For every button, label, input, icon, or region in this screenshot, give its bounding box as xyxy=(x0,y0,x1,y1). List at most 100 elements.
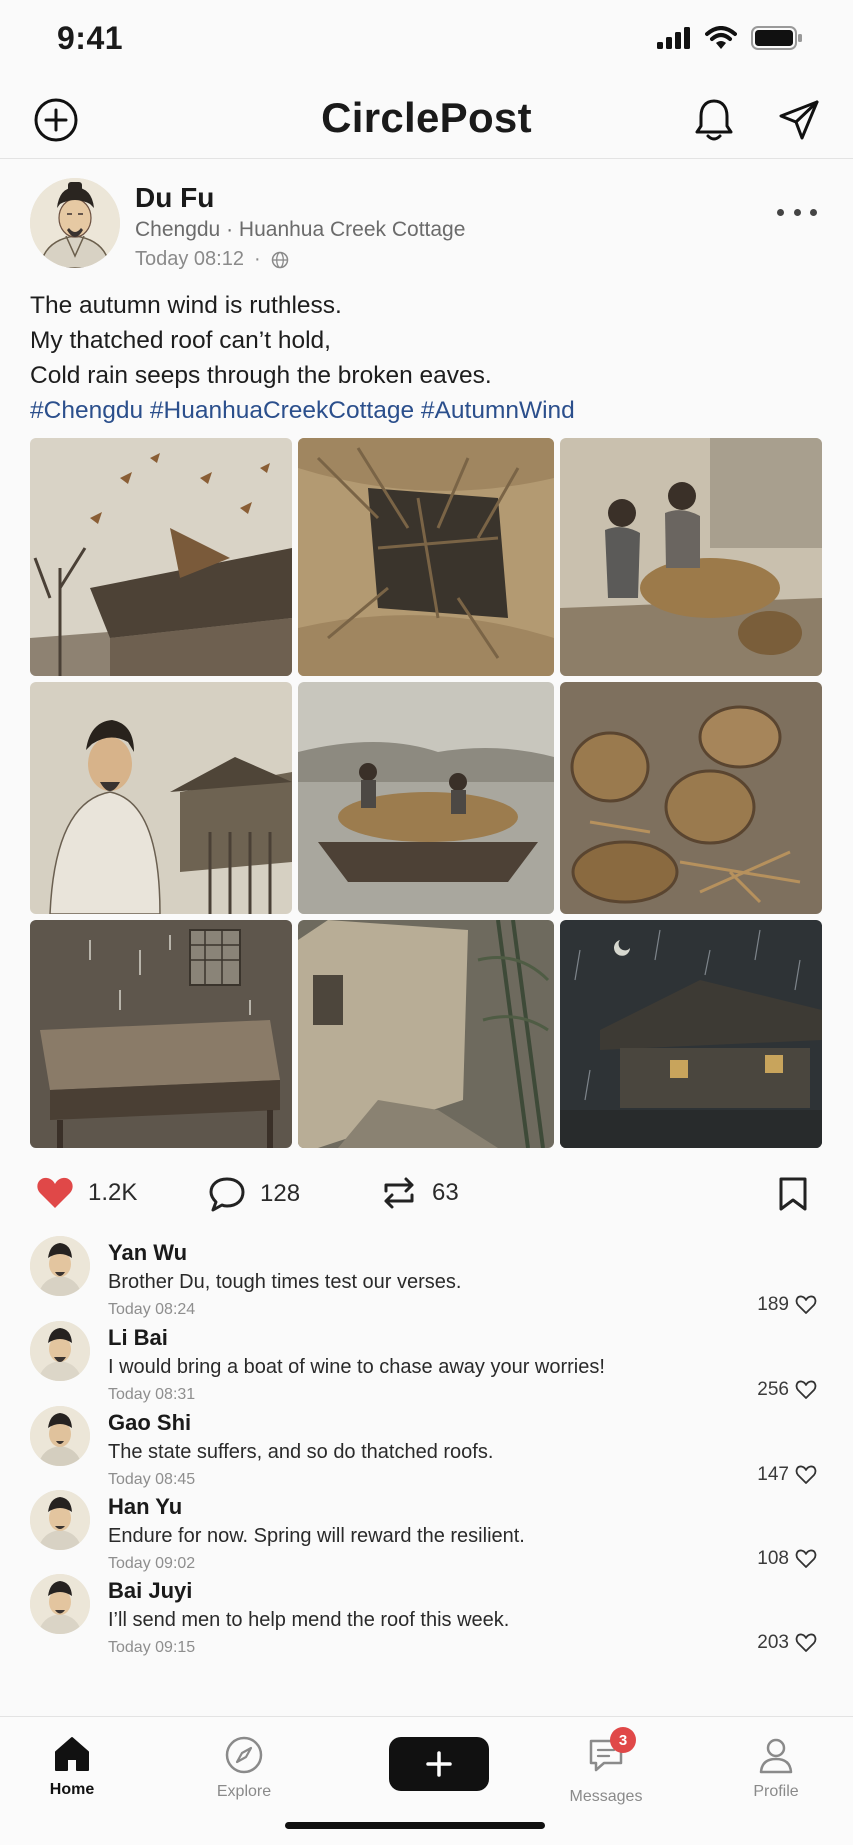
comment-like-count: 147 xyxy=(757,1464,789,1485)
status-time: 9:41 xyxy=(57,20,124,56)
comment-item[interactable]: Han Yu Endure for now. Spring will rewar… xyxy=(0,1488,853,1578)
post-image-torn-thatch[interactable] xyxy=(298,438,554,676)
post-timestamp: Today 08:12 xyxy=(135,248,244,270)
comment-like-button[interactable]: 108 xyxy=(757,1548,817,1570)
comment-like-button[interactable]: 147 xyxy=(757,1464,817,1486)
post-meta: Today 08:12 · xyxy=(135,248,289,271)
scholar-portrait-icon xyxy=(30,1574,90,1634)
like-count: 1.2K xyxy=(88,1179,138,1206)
separator-dot: · xyxy=(226,218,239,241)
post-image-leaking-bed[interactable] xyxy=(30,920,292,1148)
tab-profile[interactable]: Profile xyxy=(716,1735,836,1801)
post-image-wind-leaves[interactable] xyxy=(30,438,292,676)
comment-time: Today 08:45 xyxy=(108,1471,196,1488)
post-image-crumbling-wall[interactable] xyxy=(298,920,554,1148)
messages-badge: 3 xyxy=(610,1727,636,1753)
comment-item[interactable]: Yan Wu Brother Du, tough times test our … xyxy=(0,1234,853,1324)
commenter-avatar[interactable] xyxy=(30,1406,90,1466)
comment-item[interactable]: Bai Juyi I’ll send men to help mend the … xyxy=(0,1572,853,1662)
comment-button[interactable]: 128 xyxy=(208,1176,300,1212)
tab-home-label: Home xyxy=(49,1781,95,1798)
post-image-children-straw[interactable] xyxy=(560,438,822,676)
comment-time: Today 09:02 xyxy=(108,1555,196,1572)
post-image-broken-baskets[interactable] xyxy=(560,682,822,914)
post-image-boat-straw[interactable] xyxy=(298,682,554,914)
user-icon xyxy=(759,1738,793,1774)
commenter-avatar[interactable] xyxy=(30,1321,90,1381)
post-line: Cold rain seeps through the broken eaves… xyxy=(30,362,492,389)
comment-count: 128 xyxy=(260,1180,301,1207)
post-image-cottage-night-rain[interactable] xyxy=(560,920,822,1148)
tab-home[interactable]: Home xyxy=(12,1735,132,1799)
comment-time: Today 08:31 xyxy=(108,1386,196,1403)
heart-outline-icon xyxy=(795,1633,817,1652)
plus-icon xyxy=(426,1751,452,1777)
post-line: My thatched roof can’t hold, xyxy=(30,327,331,354)
more-options-button[interactable] xyxy=(777,200,817,224)
comment-text: Endure for now. Spring will reward the r… xyxy=(108,1525,525,1547)
comment-text: Brother Du, tough times test our verses. xyxy=(108,1271,462,1293)
commenter-avatar[interactable] xyxy=(30,1236,90,1296)
poet-portrait-icon xyxy=(30,178,120,268)
post-hashtags[interactable]: #Chengdu #HuanhuaCreekCottage #AutumnWin… xyxy=(30,393,575,428)
repost-button[interactable]: 63 xyxy=(380,1176,459,1210)
comment-like-button[interactable]: 203 xyxy=(757,1632,817,1654)
comment-like-button[interactable]: 256 xyxy=(757,1379,817,1401)
post-line: The autumn wind is ruthless. xyxy=(30,292,342,319)
heart-outline-icon xyxy=(795,1549,817,1568)
speech-bubble-icon xyxy=(209,1177,245,1212)
direct-message-button[interactable] xyxy=(775,96,823,144)
image-grid xyxy=(30,438,822,1148)
comment-time: Today 08:24 xyxy=(108,1301,196,1318)
compass-icon xyxy=(225,1736,263,1774)
wifi-icon xyxy=(705,26,737,49)
location-place: Huanhua Creek Cottage xyxy=(238,218,466,241)
compose-button[interactable] xyxy=(389,1737,489,1791)
post-actions: 1.2K 128 63 xyxy=(0,1168,853,1228)
tab-explore[interactable]: Explore xyxy=(184,1735,304,1801)
battery-icon xyxy=(751,26,802,50)
commenter-name[interactable]: Bai Juyi xyxy=(108,1578,192,1604)
commenter-name[interactable]: Li Bai xyxy=(108,1325,168,1351)
comment-item[interactable]: Li Bai I would bring a boat of wine to c… xyxy=(0,1319,853,1409)
repost-count: 63 xyxy=(432,1179,459,1206)
author-avatar[interactable] xyxy=(30,178,120,268)
bookmark-icon xyxy=(779,1177,807,1211)
location-city: Chengdu xyxy=(135,218,221,241)
comment-text: I would bring a boat of wine to chase aw… xyxy=(108,1356,605,1378)
tab-explore-label: Explore xyxy=(216,1783,272,1800)
bookmark-button[interactable] xyxy=(778,1176,808,1212)
commenter-name[interactable]: Gao Shi xyxy=(108,1410,191,1436)
home-indicator xyxy=(285,1822,545,1829)
app-header: CirclePost xyxy=(0,80,853,159)
commenter-name[interactable]: Yan Wu xyxy=(108,1240,187,1266)
scholar-portrait-icon xyxy=(30,1236,90,1296)
heart-filled-icon xyxy=(37,1177,73,1208)
commenter-avatar[interactable] xyxy=(30,1490,90,1550)
tab-profile-label: Profile xyxy=(753,1783,799,1800)
post-body: The autumn wind is ruthless. My thatched… xyxy=(30,288,575,428)
separator-dot: · xyxy=(253,248,261,270)
home-icon xyxy=(55,1737,89,1771)
more-dots-icon xyxy=(777,208,784,216)
comment-like-button[interactable]: 189 xyxy=(757,1294,817,1316)
post-image-poet-wind[interactable] xyxy=(30,682,292,914)
tab-messages[interactable]: 3 Messages xyxy=(546,1727,666,1806)
heart-outline-icon xyxy=(795,1380,817,1399)
cellular-signal-icon xyxy=(657,27,690,49)
heart-outline-icon xyxy=(795,1465,817,1484)
commenter-avatar[interactable] xyxy=(30,1574,90,1634)
notifications-button[interactable] xyxy=(690,96,738,144)
comment-like-count: 203 xyxy=(757,1632,789,1653)
tab-messages-label: Messages xyxy=(569,1788,643,1805)
comment-item[interactable]: Gao Shi The state suffers, and so do tha… xyxy=(0,1404,853,1494)
post-location[interactable]: Chengdu · Huanhua Creek Cottage xyxy=(135,218,465,242)
repost-icon xyxy=(384,1177,414,1209)
globe-icon xyxy=(271,251,288,268)
heart-outline-icon xyxy=(795,1295,817,1314)
comment-like-count: 189 xyxy=(757,1294,789,1315)
author-name[interactable]: Du Fu xyxy=(135,182,214,214)
commenter-name[interactable]: Han Yu xyxy=(108,1494,182,1520)
status-bar: 9:41 xyxy=(0,0,853,80)
like-button[interactable]: 1.2K xyxy=(36,1176,137,1210)
